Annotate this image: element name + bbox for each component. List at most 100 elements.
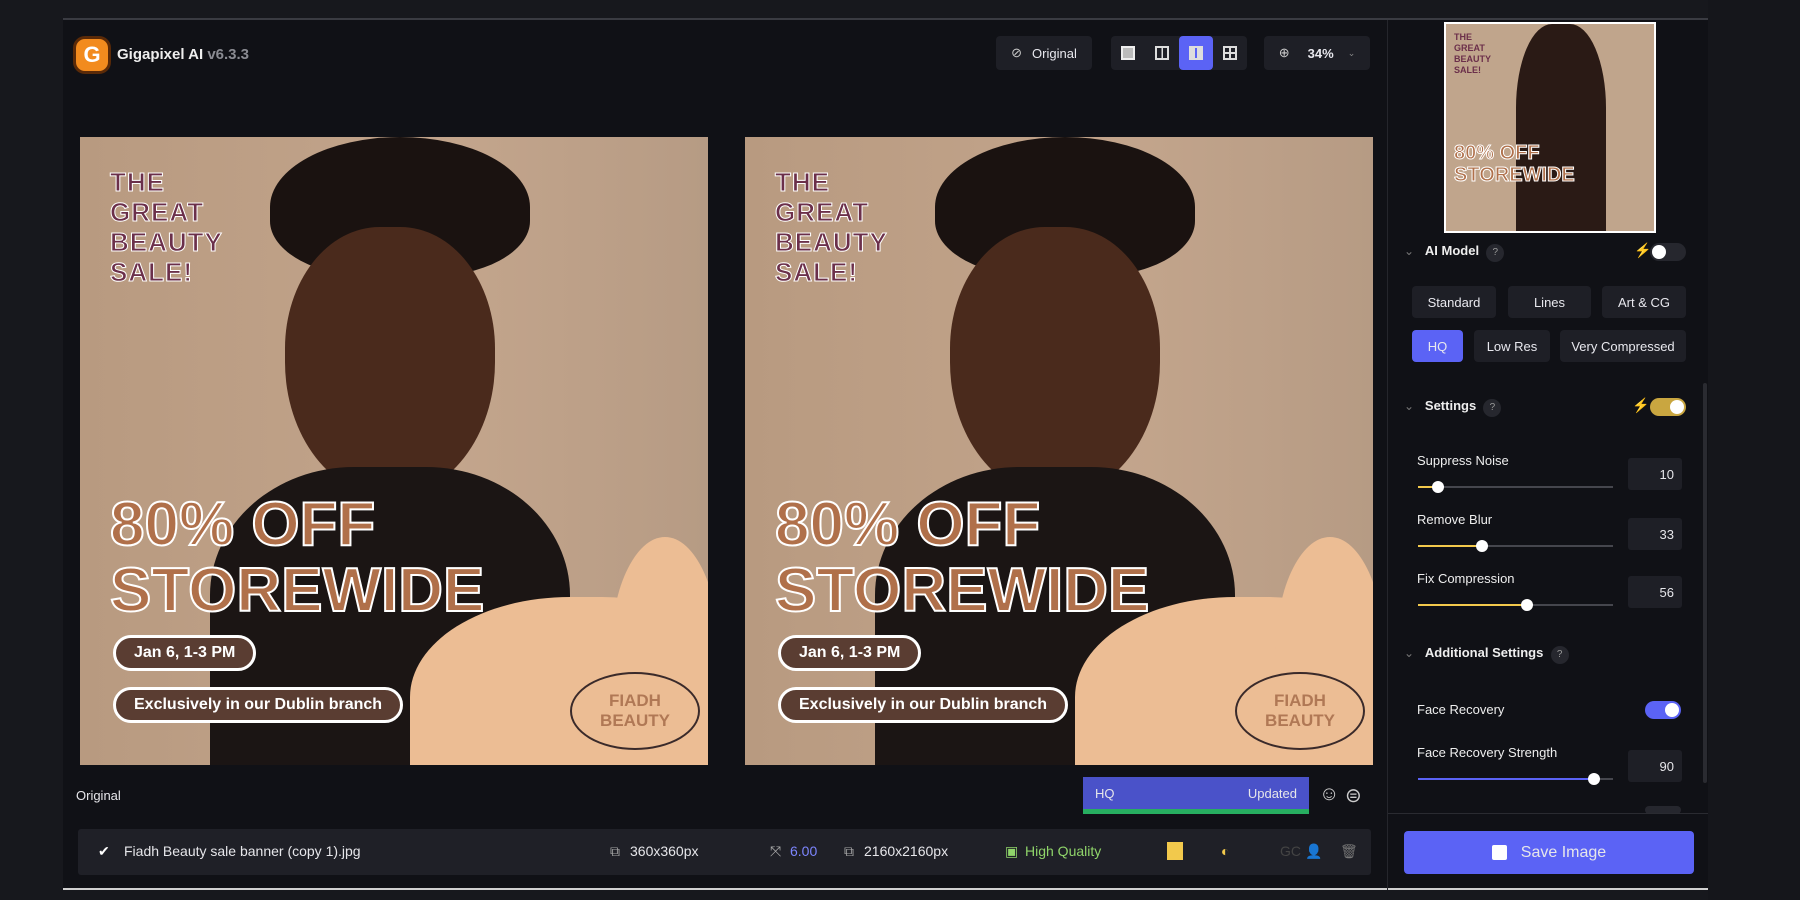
blur-setting-icon[interactable]: ◐	[1221, 843, 1229, 859]
gigapixel-logo-icon: G	[73, 36, 111, 74]
settings-header[interactable]: ⌄ Settings ?	[1404, 398, 1502, 417]
original-image[interactable]: THE GREAT BEAUTY SALE! 80% OFF STOREWIDE Jan…	[80, 137, 708, 765]
input-size-icon: ⧉	[610, 843, 620, 859]
processing-status-bar: HQ Updated	[1083, 777, 1309, 814]
face-recovery-strength-label: Face Recovery Strength	[1417, 745, 1558, 760]
face-recovery-strength-slider[interactable]	[1418, 773, 1613, 785]
chevron-down-icon: ⌄	[1347, 47, 1356, 58]
model-very-compressed[interactable]: Very Compressed	[1560, 330, 1686, 362]
enhanced-image[interactable]: THE GREAT BEAUTY SALE! 80% OFF STOREWIDE Jan…	[745, 137, 1373, 765]
help-icon: ?	[1483, 399, 1502, 417]
trash-icon[interactable]: 🗑	[1340, 843, 1358, 860]
face-recovery-strength-value[interactable]: 90	[1628, 750, 1682, 782]
chevron-down-icon: ⌄	[1404, 244, 1415, 258]
zoom-value: 34%	[1307, 45, 1334, 61]
split-view-button[interactable]	[1145, 36, 1179, 70]
scale-value[interactable]: 6.00	[790, 843, 817, 859]
split-view-icon	[1155, 46, 1169, 60]
navigator-thumbnail[interactable]: THE GREAT BEAUTY SALE! 80% OFF STOREWIDE	[1444, 22, 1656, 233]
model-lines[interactable]: Lines	[1508, 286, 1591, 318]
image-quality-icon: ▣	[1005, 843, 1019, 859]
grid-view-button[interactable]	[1213, 36, 1247, 70]
file-row[interactable]: ✔ Fiadh Beauty sale banner (copy 1).jpg …	[78, 829, 1371, 875]
floppy-disk-icon	[1491, 845, 1507, 860]
chevron-down-icon: ⌄	[1404, 646, 1415, 660]
image-offer: 80% OFF STOREWIDE	[109, 490, 485, 625]
face-recovery-toggle[interactable]	[1645, 701, 1681, 719]
noise-setting-icon[interactable]	[1167, 842, 1183, 860]
settings-auto-toggle[interactable]	[1650, 398, 1686, 416]
image-location-pill: Exclusively in our Dublin branch	[113, 687, 404, 723]
gamma-correction-label[interactable]: GC	[1280, 843, 1301, 859]
model-art-cg[interactable]: Art & CG	[1602, 286, 1686, 318]
fix-compression-slider[interactable]	[1418, 599, 1613, 611]
suppress-noise-label: Suppress Noise	[1417, 453, 1509, 468]
desktop-background	[1708, 0, 1800, 900]
face-neutral-icon[interactable]: ⊜	[1345, 783, 1362, 808]
suppress-noise-value[interactable]: 10	[1628, 458, 1682, 490]
thumb-figure	[1516, 24, 1606, 231]
eye-off-icon: ⊘	[1011, 45, 1023, 60]
image-headline: THE GREAT BEAUTY SALE!	[775, 167, 888, 288]
grid-view-icon	[1223, 46, 1237, 60]
additional-settings-header[interactable]: ⌄ Additional Settings ?	[1404, 645, 1569, 664]
side-by-side-view-button[interactable]	[1179, 36, 1213, 70]
single-view-icon	[1121, 46, 1135, 60]
img-face	[950, 227, 1160, 497]
scale-icon: ⤧	[770, 843, 782, 859]
side-by-side-icon	[1189, 46, 1203, 60]
face-recovery-label: Face Recovery	[1417, 702, 1505, 717]
checkmark-icon[interactable]: ✔	[98, 843, 110, 860]
model-low-res[interactable]: Low Res	[1474, 330, 1550, 362]
single-view-button[interactable]	[1111, 36, 1145, 70]
quality-label: High Quality	[1025, 843, 1102, 859]
model-hq[interactable]: HQ	[1412, 330, 1463, 362]
output-size-icon: ⧉	[844, 843, 854, 859]
original-label: Original	[1032, 45, 1077, 61]
img-face	[285, 227, 495, 497]
fix-compression-label: Fix Compression	[1417, 571, 1515, 586]
panel-scrollbar[interactable]	[1703, 383, 1707, 783]
app-title: Gigapixel AI v6.3.3	[117, 46, 250, 63]
image-offer: 80% OFF STOREWIDE	[774, 490, 1150, 625]
status-text: Updated	[1247, 786, 1297, 801]
toggle-knob	[1670, 400, 1684, 414]
lightning-icon: ⚡	[1632, 397, 1650, 413]
image-headline: THE GREAT BEAUTY SALE!	[110, 167, 223, 288]
ai-model-header[interactable]: ⌄ AI Model ?	[1404, 243, 1505, 262]
original-label: Original	[76, 788, 121, 803]
output-size: 2160x2160px	[864, 843, 949, 859]
thumb-offer: 80% OFF STOREWIDE	[1454, 142, 1576, 187]
remove-blur-value[interactable]: 33	[1628, 518, 1682, 550]
save-label: Save Image	[1520, 843, 1607, 861]
save-image-button[interactable]: Save Image	[1404, 831, 1694, 874]
zoom-in-icon: ⊕	[1278, 45, 1290, 60]
image-date-pill: Jan 6, 1-3 PM	[778, 635, 922, 671]
status-model: HQ	[1095, 786, 1115, 801]
fix-compression-value[interactable]: 56	[1628, 576, 1682, 608]
help-icon: ?	[1550, 646, 1569, 664]
original-toggle-button[interactable]: ⊘ Original	[996, 36, 1092, 70]
zoom-dropdown[interactable]: ⊕ 34% ⌄	[1264, 36, 1370, 70]
app-version: v6.3.3	[207, 46, 250, 63]
file-name: Fiadh Beauty sale banner (copy 1).jpg	[124, 843, 361, 859]
toggle-knob	[1665, 703, 1679, 717]
remove-blur-slider[interactable]	[1418, 540, 1613, 552]
divider	[1388, 813, 1708, 814]
image-brand-logo: FIADH BEAUTY	[1235, 672, 1365, 750]
view-mode-group	[1111, 36, 1247, 70]
lightning-icon: ⚡	[1634, 242, 1652, 258]
face-happy-icon[interactable]: ☺	[1319, 783, 1339, 806]
toggle-knob	[1652, 245, 1666, 259]
ai-model-auto-toggle[interactable]	[1650, 243, 1686, 261]
suppress-noise-slider[interactable]	[1418, 481, 1613, 493]
model-standard[interactable]: Standard	[1412, 286, 1496, 318]
image-date-pill: Jan 6, 1-3 PM	[113, 635, 257, 671]
input-size: 360x360px	[630, 843, 699, 859]
help-icon: ?	[1486, 244, 1505, 262]
remove-blur-label: Remove Blur	[1417, 512, 1493, 527]
image-location-pill: Exclusively in our Dublin branch	[778, 687, 1069, 723]
face-recovery-icon[interactable]: 👤	[1305, 843, 1322, 860]
image-brand-logo: FIADH BEAUTY	[570, 672, 700, 750]
chevron-down-icon: ⌄	[1404, 399, 1415, 413]
